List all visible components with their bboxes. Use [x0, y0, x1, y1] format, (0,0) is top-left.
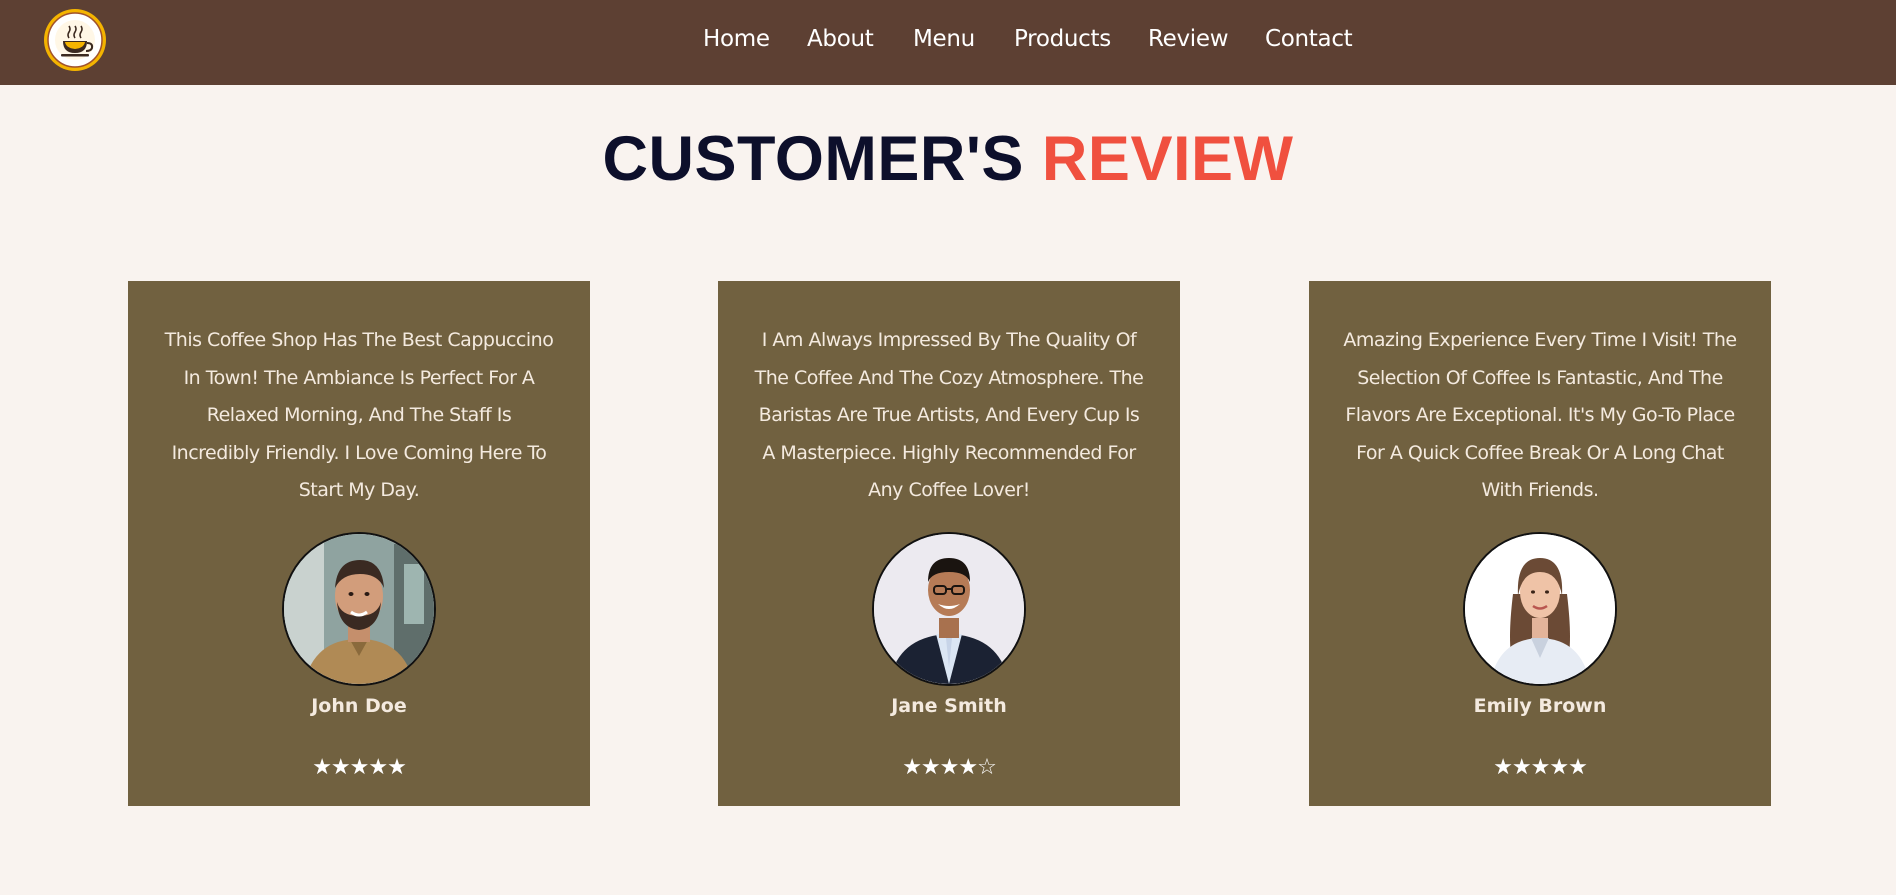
- customer-name: John Doe: [311, 695, 407, 717]
- review-card: I Am Always Impressed By The Quality Of …: [718, 281, 1180, 806]
- star-rating: ★★★★☆: [902, 755, 997, 780]
- review-text: Amazing Experience Every Time I Visit! T…: [1343, 329, 1737, 501]
- customer-name: Emily Brown: [1473, 695, 1607, 717]
- review-text: This Coffee Shop Has The Best Cappuccino…: [164, 329, 554, 501]
- site-header: Home About Menu Products Review Contact: [0, 0, 1896, 85]
- avatar: [282, 532, 436, 686]
- star-rating: ★★★★★: [1493, 755, 1588, 780]
- section-title-accent-part: REVIEW: [1041, 124, 1294, 194]
- avatar: [872, 532, 1026, 686]
- main-nav: Home About Menu Products Review Contact: [0, 0, 1896, 85]
- section-title: CUSTOMER'S REVIEW: [0, 124, 1896, 194]
- nav-home-link[interactable]: Home: [703, 26, 770, 52]
- nav-review-link[interactable]: Review: [1148, 26, 1229, 52]
- nav-menu-link[interactable]: Menu: [913, 26, 975, 52]
- nav-about-link[interactable]: About: [807, 26, 874, 52]
- review-card: This Coffee Shop Has The Best Cappuccino…: [128, 281, 590, 806]
- customer-name: Jane Smith: [891, 695, 1007, 717]
- review-card: Amazing Experience Every Time I Visit! T…: [1309, 281, 1771, 806]
- avatar: [1463, 532, 1617, 686]
- nav-contact-link[interactable]: Contact: [1265, 26, 1353, 52]
- nav-products-link[interactable]: Products: [1014, 26, 1111, 52]
- review-text: I Am Always Impressed By The Quality Of …: [754, 329, 1144, 501]
- section-title-dark-part: CUSTOMER'S: [602, 124, 1024, 194]
- star-rating: ★★★★★: [312, 755, 407, 780]
